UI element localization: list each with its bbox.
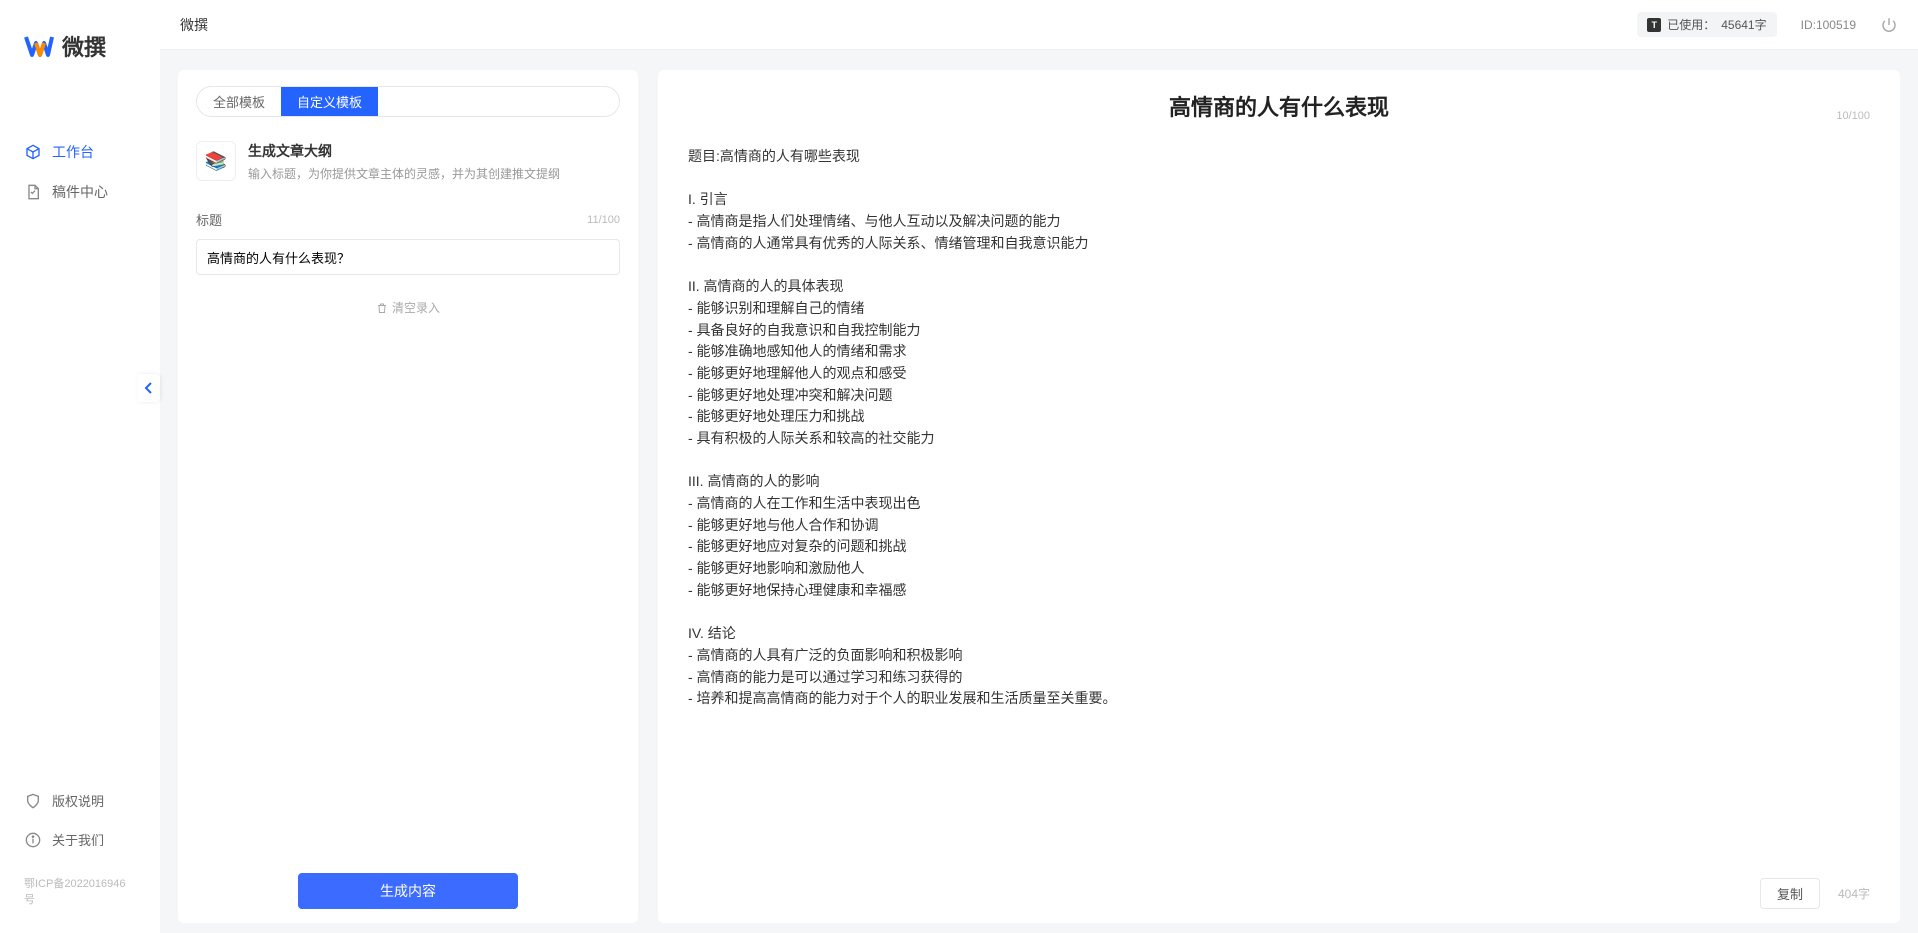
sidebar-item-label: 版权说明	[52, 791, 104, 810]
clear-input-label: 清空录入	[392, 299, 440, 316]
template-tabs: 全部模板 自定义模板	[196, 86, 620, 117]
title-field-counter: 11/100	[587, 214, 620, 226]
icp-text: 鄂ICP备2022016946号	[0, 869, 160, 913]
topbar: 微撰 T 已使用： 45641字 ID:100519	[160, 0, 1918, 50]
sidebar-item-label: 关于我们	[52, 830, 104, 849]
usage-prefix: 已使用：	[1667, 16, 1715, 33]
main: 微撰 T 已使用： 45641字 ID:100519 全部模板 自定义模板	[160, 0, 1918, 933]
word-count: 404字	[1838, 885, 1870, 902]
tab-custom-templates[interactable]: 自定义模板	[281, 87, 378, 116]
user-id: ID:100519	[1801, 18, 1856, 32]
sidebar-item-drafts[interactable]: 稿件中心	[0, 172, 160, 212]
output-title-counter: 10/100	[1836, 110, 1870, 122]
title-field: 标题 11/100	[196, 210, 620, 275]
sidebar-item-about[interactable]: 关于我们	[0, 820, 160, 859]
template-title: 生成文章大纲	[248, 141, 560, 161]
content: 全部模板 自定义模板 📚 生成文章大纲 输入标题，为你提供文章主体的灵感，并为其…	[160, 50, 1918, 933]
info-icon	[24, 831, 42, 849]
input-panel: 全部模板 自定义模板 📚 生成文章大纲 输入标题，为你提供文章主体的灵感，并为其…	[178, 70, 638, 923]
sidebar: 微撰 工作台 稿件中心 版权说明	[0, 0, 160, 933]
title-field-label: 标题	[196, 210, 222, 229]
output-body: 题目:高情商的人有哪些表现 I. 引言 - 高情商是指人们处理情绪、与他人互动以…	[688, 146, 1870, 866]
output-panel: 高情商的人有什么表现 10/100 题目:高情商的人有哪些表现 I. 引言 - …	[658, 70, 1900, 923]
usage-badge[interactable]: T 已使用： 45641字	[1637, 12, 1776, 37]
logo: 微撰	[0, 20, 160, 92]
collapse-sidebar-button[interactable]	[138, 374, 160, 402]
title-input[interactable]	[196, 239, 620, 275]
power-button[interactable]	[1880, 16, 1898, 34]
logo-text: 微撰	[62, 30, 106, 62]
sidebar-item-copyright[interactable]: 版权说明	[0, 781, 160, 820]
document-icon	[24, 183, 42, 201]
page-title: 微撰	[180, 15, 208, 35]
chevron-left-icon	[144, 382, 154, 394]
shield-icon	[24, 792, 42, 810]
books-icon: 📚	[196, 141, 236, 181]
trash-icon	[376, 302, 388, 314]
template-card: 📚 生成文章大纲 输入标题，为你提供文章主体的灵感，并为其创建推文提纲	[196, 141, 620, 182]
sidebar-item-workspace[interactable]: 工作台	[0, 132, 160, 172]
sidebar-item-label: 稿件中心	[52, 182, 108, 202]
sidebar-item-label: 工作台	[52, 142, 94, 162]
generate-button[interactable]: 生成内容	[298, 873, 518, 909]
output-title: 高情商的人有什么表现	[1169, 90, 1389, 122]
logo-icon	[24, 31, 54, 61]
cube-icon	[24, 143, 42, 161]
clear-input-button[interactable]: 清空录入	[196, 299, 620, 316]
usage-value: 45641字	[1721, 16, 1766, 33]
text-icon: T	[1647, 18, 1661, 32]
footer-nav: 版权说明 关于我们	[0, 781, 160, 869]
copy-button[interactable]: 复制	[1760, 878, 1820, 909]
template-desc: 输入标题，为你提供文章主体的灵感，并为其创建推文提纲	[248, 165, 560, 182]
primary-nav: 工作台 稿件中心	[0, 92, 160, 781]
tab-all-templates[interactable]: 全部模板	[197, 87, 281, 116]
